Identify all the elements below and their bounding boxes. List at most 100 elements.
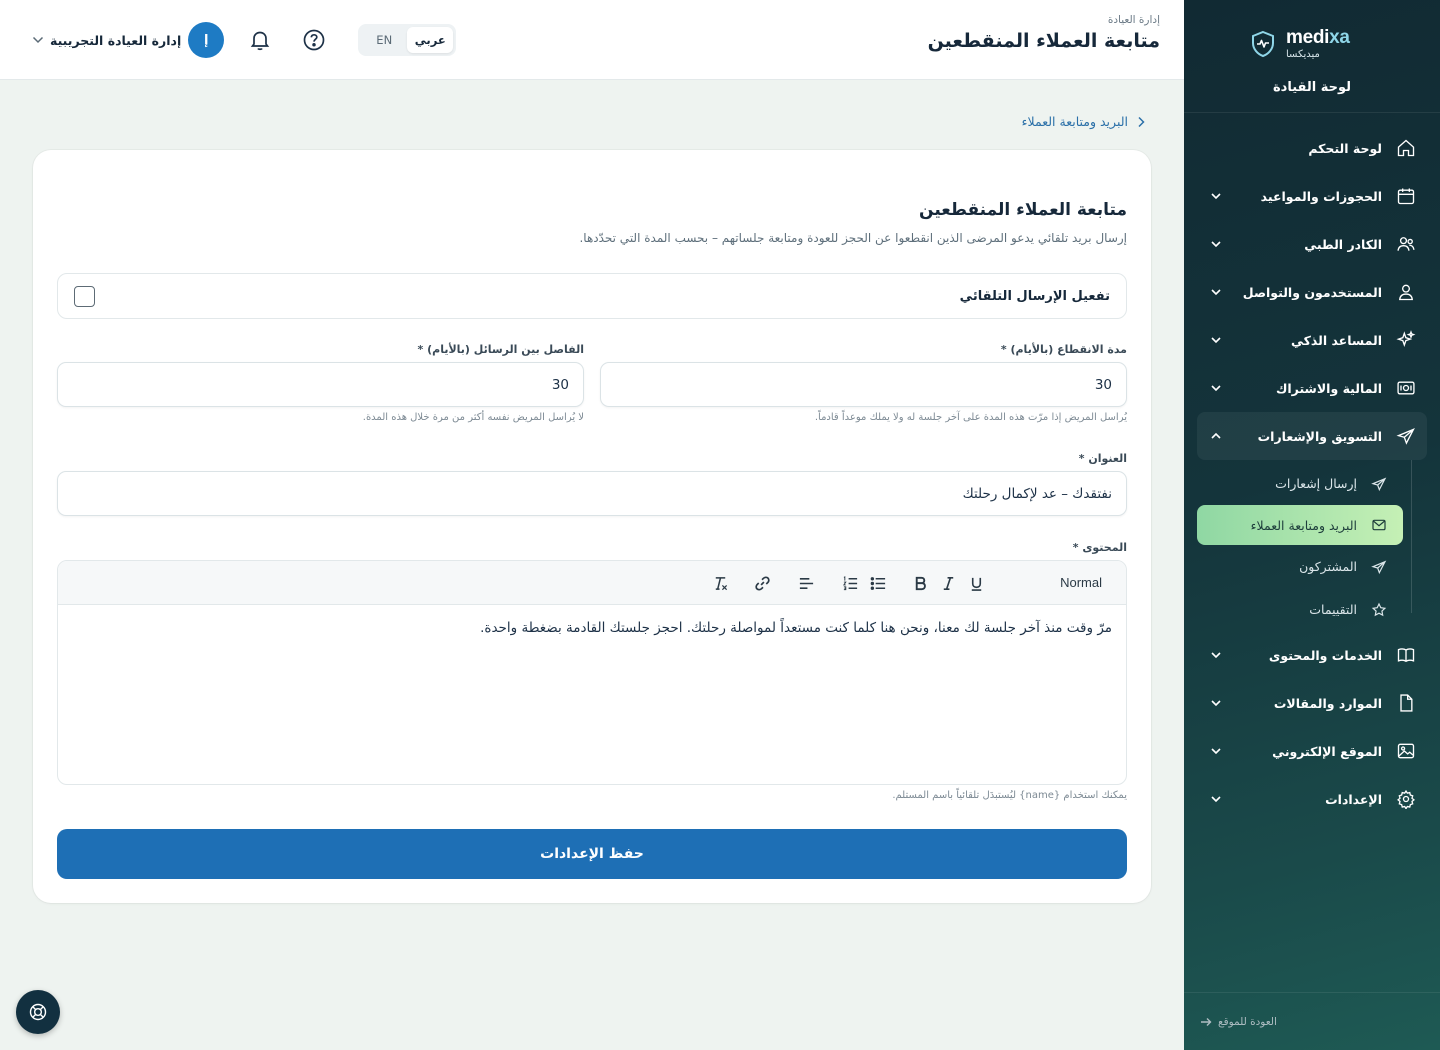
- chevron-down-icon: [1211, 337, 1221, 344]
- header-section: إدارة العيادة: [1107, 14, 1160, 26]
- bell-icon[interactable]: [248, 28, 272, 52]
- card-title: متابعة العملاء المنقطعين: [919, 200, 1127, 220]
- underline-button[interactable]: [966, 573, 986, 593]
- gear-icon: [1397, 789, 1415, 809]
- format-select[interactable]: Normal: [1060, 575, 1102, 590]
- link-icon: [754, 575, 770, 591]
- money-icon: [1397, 381, 1415, 395]
- brand-name: medixa: [1286, 27, 1350, 48]
- sidebar-item-bookings[interactable]: الحجوزات والمواعيد: [1184, 172, 1440, 220]
- save-settings-button[interactable]: حفظ الإعدادات: [57, 829, 1127, 879]
- sidebar-item-ai-assistant[interactable]: المساعد الذكي: [1184, 316, 1440, 364]
- sidebar-subitem-email-followup[interactable]: البريد ومتابعة العملاء: [1197, 505, 1403, 545]
- sidebar-item-dashboard[interactable]: لوحة التحكم: [1184, 124, 1440, 172]
- mail-icon: [1372, 519, 1386, 531]
- chevron-down-icon: [1211, 193, 1221, 200]
- home-icon: [1397, 139, 1415, 157]
- clear-format-icon: [715, 576, 727, 590]
- language-switcher: EN عربي: [358, 24, 457, 56]
- sidebar-item-marketing[interactable]: التسويق والإشعارات: [1197, 412, 1427, 460]
- inactivity-days-input[interactable]: 30: [600, 362, 1127, 407]
- sidebar-item-staff[interactable]: الكادر الطبي: [1184, 220, 1440, 268]
- interval-days-input[interactable]: 30: [57, 362, 584, 407]
- chevron-down-icon: [1211, 748, 1221, 755]
- sidebar-item-settings[interactable]: الإعدادات: [1184, 775, 1440, 823]
- brand: medixa ميديكسا لوحة القيادة: [1184, 0, 1440, 113]
- image-icon: [1397, 743, 1415, 759]
- lang-en-button[interactable]: EN: [361, 27, 407, 53]
- panel-title: لوحة القيادة: [1272, 80, 1352, 95]
- auto-send-checkbox[interactable]: [74, 285, 95, 307]
- star-icon: [1371, 602, 1387, 616]
- bold-icon: [915, 576, 926, 590]
- sidebar-subitem-send-notifications[interactable]: إرسال إشعارات: [1197, 462, 1427, 505]
- inactivity-hint: يُراسل المريض إذا مرّت هذه المدة على آخر…: [814, 412, 1127, 423]
- inactivity-label: مدة الانقطاع (بالأيام) *: [1000, 343, 1127, 356]
- chevron-down-icon: [1211, 241, 1221, 248]
- book-icon: [1397, 648, 1415, 663]
- chevron-down-icon: [1211, 796, 1221, 803]
- sidebar-item-finance[interactable]: المالية والاشتراك: [1184, 364, 1440, 412]
- page-title: متابعة العملاء المنقطعين: [927, 30, 1160, 52]
- sparkles-icon: [1396, 330, 1416, 348]
- sidebar-nav: لوحة التحكم الحجوزات والمواعيد الكادر ال…: [1184, 124, 1440, 823]
- italic-icon: [943, 576, 953, 590]
- auto-send-toggle-row[interactable]: تفعيل الإرسال التلقائي: [57, 273, 1127, 319]
- content-hint: يمكنك استخدام {name} ليُستبدَل تلقائياً …: [892, 790, 1127, 801]
- shield-pulse-icon: [1252, 30, 1274, 58]
- users-icon: [1397, 237, 1415, 251]
- interval-hint: لا يُراسل المريض نفسه أكثر من مرة خلال ه…: [362, 412, 584, 423]
- lang-ar-button[interactable]: عربي: [407, 27, 454, 53]
- brand-name-ar: ميديكسا: [1286, 49, 1320, 60]
- send-icon: [1371, 559, 1387, 574]
- avatar: إ: [188, 22, 225, 58]
- arrow-right-icon: [1201, 1017, 1212, 1026]
- calendar-icon: [1397, 188, 1415, 205]
- content-label: المحتوى *: [1072, 541, 1127, 554]
- content-editor-text[interactable]: مرّ وقت منذ آخر جلسة لك معنا، ونحن هنا ك…: [480, 620, 1112, 636]
- chevron-right-icon: [1138, 116, 1145, 127]
- sidebar-item-users[interactable]: المستخدمون والتواصل: [1184, 268, 1440, 316]
- sidebar-item-services[interactable]: الخدمات والمحتوى: [1184, 631, 1440, 679]
- editor-toolbar: Normal: [58, 561, 1126, 605]
- top-header: إدارة العيادة متابعة العملاء المنقطعين إ…: [0, 0, 1184, 80]
- breadcrumb[interactable]: البريد ومتابعة العملاء: [1022, 114, 1146, 129]
- bullet-list-icon: [870, 576, 885, 590]
- brand-logo[interactable]: medixa ميديكسا: [1250, 28, 1350, 60]
- underline-icon: [971, 577, 981, 591]
- interval-label: الفاصل بين الرسائل (بالأيام) *: [417, 343, 584, 356]
- support-fab[interactable]: [16, 990, 60, 1034]
- user-icon: [1399, 284, 1413, 301]
- sidebar-item-resources[interactable]: الموارد والمقالات: [1184, 679, 1440, 727]
- bold-button[interactable]: [910, 573, 930, 593]
- sidebar-subitem-reviews[interactable]: التقييمات: [1197, 588, 1427, 631]
- sidebar-subitem-subscribers[interactable]: المشتركون: [1197, 545, 1427, 588]
- chevron-down-icon: [32, 36, 44, 44]
- back-to-site-link[interactable]: العودة للموقع: [1184, 992, 1440, 1050]
- link-button[interactable]: [752, 573, 772, 593]
- bullet-list-button[interactable]: [868, 573, 888, 593]
- card-description: إرسال بريد تلقائي يدعو المرضى الذين انقط…: [579, 231, 1127, 245]
- ordered-list-icon: [842, 575, 857, 590]
- italic-button[interactable]: [938, 573, 958, 593]
- send-icon: [1371, 476, 1387, 491]
- send-icon: [1396, 428, 1415, 445]
- help-icon[interactable]: [302, 28, 326, 52]
- sidebar: medixa ميديكسا لوحة القيادة لوحة التحكم …: [1184, 0, 1440, 1050]
- clear-format-button[interactable]: [710, 573, 730, 593]
- subject-input[interactable]: نفتقدك – عد لإكمال رحلتك: [57, 471, 1127, 516]
- content-editor: Normal مرّ وقت منذ آخر جلسة لك معنا، ونح…: [57, 560, 1127, 785]
- sidebar-item-website[interactable]: الموقع الإلكتروني: [1184, 727, 1440, 775]
- marketing-submenu: إرسال إشعارات البريد ومتابعة العملاء الم…: [1197, 460, 1427, 631]
- chevron-down-icon: [1211, 652, 1221, 659]
- chevron-down-icon: [1211, 700, 1221, 707]
- lifebuoy-icon: [29, 1003, 47, 1021]
- user-menu[interactable]: إدارة العيادة التجريبية إ: [32, 22, 225, 58]
- auto-send-label: تفعيل الإرسال التلقائي: [959, 288, 1110, 304]
- ordered-list-button[interactable]: [840, 573, 860, 593]
- chevron-down-icon: [1211, 289, 1221, 296]
- subject-label: العنوان *: [1078, 452, 1127, 465]
- chevron-up-icon: [1211, 432, 1221, 439]
- align-button[interactable]: [796, 573, 816, 593]
- align-left-icon: [799, 577, 813, 589]
